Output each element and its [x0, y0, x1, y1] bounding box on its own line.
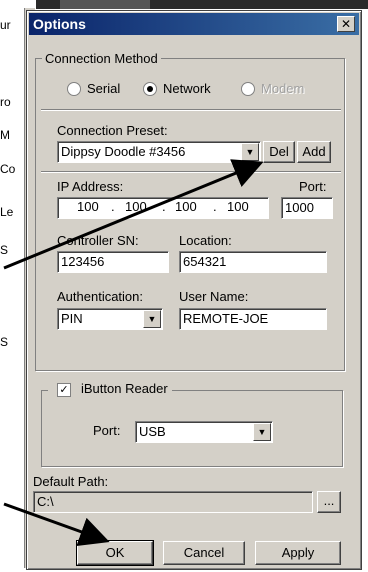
ip-octet: 100 — [175, 199, 197, 214]
ibutton-label: iButton Reader — [77, 381, 172, 396]
ip-separator: . — [213, 199, 217, 214]
ip-separator: . — [162, 199, 166, 214]
cancel-button[interactable]: Cancel — [163, 541, 245, 565]
apply-button[interactable]: Apply — [255, 541, 341, 565]
radio-icon — [67, 81, 81, 96]
background-text: ro — [0, 95, 11, 109]
ip-octet: 100 — [125, 199, 147, 214]
authentication-select[interactable]: PIN ▼ — [57, 308, 163, 330]
connection-method-legend: Connection Method — [45, 51, 158, 66]
separator — [41, 109, 341, 111]
dialog-title: Options — [33, 16, 86, 32]
background-text: Co — [0, 162, 16, 176]
radio-selected-icon — [143, 81, 157, 96]
close-icon: ✕ — [340, 17, 352, 31]
location-label: Location: — [179, 233, 232, 248]
background-text: S — [0, 335, 9, 349]
radio-icon — [241, 81, 255, 96]
background-text: M — [0, 128, 10, 142]
ok-button[interactable]: OK — [76, 540, 154, 566]
connection-preset-label: Connection Preset: — [57, 123, 168, 138]
port-field[interactable]: 1000 — [281, 197, 333, 219]
controller-sn-label: Controller SN: — [57, 233, 139, 248]
background-taskbar — [0, 0, 368, 9]
location-field[interactable]: 654321 — [179, 251, 327, 273]
ip-address-label: IP Address: — [57, 179, 124, 194]
separator — [41, 171, 341, 173]
ibutton-port-label: Port: — [93, 423, 121, 438]
chevron-down-icon[interactable]: ▼ — [241, 143, 259, 161]
background-text: Le — [0, 205, 14, 219]
chevron-down-icon[interactable]: ▼ — [143, 310, 161, 328]
background-text: S — [0, 243, 9, 257]
authentication-label: Authentication: — [57, 289, 144, 304]
delete-preset-button[interactable]: Del — [263, 141, 295, 163]
default-path-label: Default Path: — [33, 474, 109, 489]
username-label: User Name: — [179, 289, 249, 304]
ibutton-checkbox[interactable]: ✓ — [57, 383, 71, 397]
controller-sn-field[interactable]: 123456 — [57, 251, 169, 273]
ip-separator: . — [111, 199, 115, 214]
title-bar[interactable]: Options ✕ — [29, 13, 359, 35]
options-dialog: Options ✕ Connection Method Serial Netwo… — [26, 10, 362, 570]
default-path-field[interactable]: C:\ — [33, 491, 313, 513]
radio-serial[interactable]: Serial — [67, 81, 120, 96]
port-label: Port: — [299, 179, 327, 194]
checkmark-icon: ✓ — [59, 384, 69, 396]
ip-octet: 100 — [227, 199, 249, 214]
browse-button[interactable]: ... — [317, 491, 341, 513]
radio-modem[interactable]: Modem — [241, 81, 304, 96]
background-text: ur — [0, 18, 11, 32]
username-field[interactable]: REMOTE-JOE — [179, 308, 327, 330]
add-preset-button[interactable]: Add — [297, 141, 331, 163]
ibutton-port-select[interactable]: USB ▼ — [135, 421, 273, 443]
connection-preset-select[interactable]: Dippsy Doodle #3456 ▼ — [57, 141, 261, 163]
radio-network[interactable]: Network — [143, 81, 211, 96]
chevron-down-icon[interactable]: ▼ — [253, 423, 271, 441]
close-button[interactable]: ✕ — [337, 16, 355, 32]
ip-octet: 100 — [77, 199, 99, 214]
